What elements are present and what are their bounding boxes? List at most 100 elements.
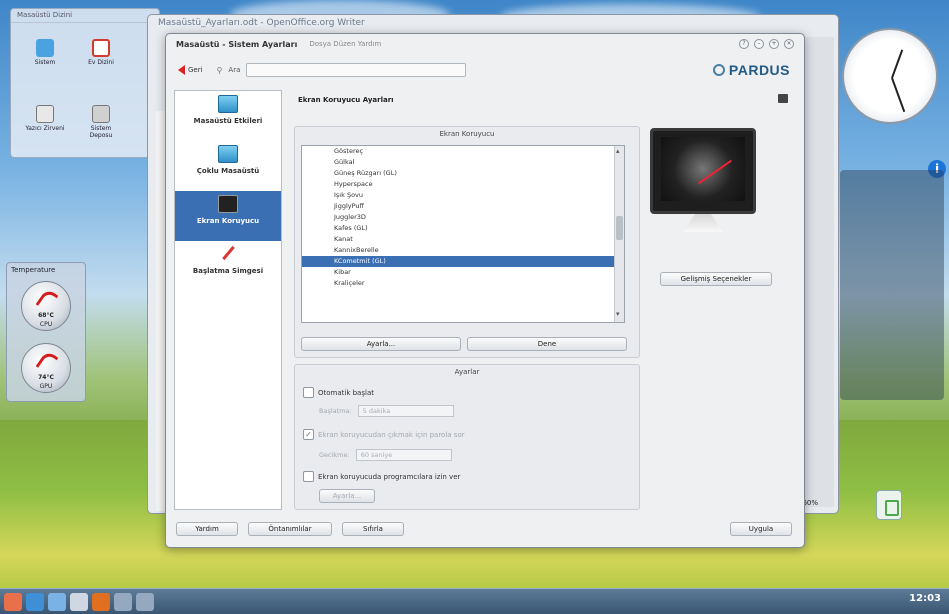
require-password-checkbox-row[interactable]: ✓ Ekran koruyucudan çıkmak için parola s…: [303, 429, 465, 440]
sidebar-item-desktop-effects[interactable]: Masaüstü Etkileri: [175, 91, 281, 141]
folderview-title: Masaüstü Dizini: [11, 9, 159, 23]
start-after-spinbox[interactable]: 5 dakika: [357, 405, 454, 417]
search-input[interactable]: [246, 63, 467, 77]
temperature-title: Temperature: [11, 266, 56, 274]
task-window-icon[interactable]: [114, 592, 132, 611]
taskbar-clock[interactable]: 12:03: [909, 593, 941, 604]
monitor-icon: [218, 145, 238, 163]
apply-button[interactable]: Uygula: [730, 522, 792, 536]
monitor-icon: [218, 95, 238, 113]
help-icon[interactable]: ?: [739, 39, 749, 49]
reset-button[interactable]: Sıfırla: [342, 522, 404, 536]
screensaver-group-title: Ekran Koruyucu: [439, 130, 495, 138]
screensaver-list-item[interactable]: Kafes (GL): [302, 223, 624, 234]
clock-hand: [891, 77, 906, 113]
desktop-icon-printer[interactable]: Yazıcı Zirveni: [25, 105, 65, 132]
writer-window-title: Masaüstü_Ayarları.odt - OpenOffice.org W…: [158, 18, 365, 28]
screensaver-list-item[interactable]: Hyperspace: [302, 179, 624, 190]
window-controls: ? – + ×: [739, 39, 794, 49]
pager-icon[interactable]: [70, 592, 88, 611]
start-menu-icon[interactable]: [4, 592, 22, 611]
window-title: Masaüstü - Sistem Ayarları: [176, 39, 298, 49]
task-window-icon[interactable]: [136, 592, 154, 611]
file-manager-icon[interactable]: [48, 592, 66, 611]
require-password-checkbox[interactable]: ✓: [303, 429, 314, 440]
settings-window[interactable]: Masaüstü - Sistem Ayarları Dosya Düzen Y…: [165, 33, 805, 548]
screensaver-group: Ekran Koruyucu Göstereç Gülkal Güneş Rüzga…: [294, 126, 640, 358]
preview-monitor: [650, 128, 756, 214]
screensaver-list-item[interactable]: Kibar: [302, 267, 624, 278]
back-button[interactable]: Geri: [174, 63, 207, 77]
screensaver-list-item[interactable]: Göstereç: [302, 146, 624, 157]
preview-stand: [683, 214, 723, 232]
setup-button[interactable]: Ayarla...: [301, 337, 461, 351]
settings-content: Ekran Koruyucu Ayarları Ekran Koruyucu G…: [292, 90, 798, 510]
scroll-up-icon[interactable]: ▴: [616, 147, 620, 155]
temperature-widget[interactable]: Temperature 68°C CPU 74°C GPU: [6, 262, 86, 402]
pardus-logo: PARDUS: [712, 62, 790, 78]
cpu-temp-label: CPU: [39, 321, 53, 328]
desktop-switch-icon[interactable]: [26, 592, 44, 611]
maximize-icon[interactable]: +: [769, 39, 779, 49]
password-after-spinbox[interactable]: 60 saniye: [355, 449, 452, 461]
screensaver-list-item[interactable]: Kraliçeler: [302, 278, 624, 289]
advanced-options-button[interactable]: Gelişmiş Seçenekler: [660, 272, 772, 286]
screensaver-list[interactable]: Göstereç Gülkal Güneş Rüzgarı (GL) Hyperspa…: [301, 145, 625, 323]
screensaver-preview: [650, 128, 756, 232]
auto-start-checkbox-row[interactable]: Otomatik başlat: [303, 387, 374, 398]
program-setup-button[interactable]: Ayarla...: [319, 489, 375, 503]
start-after-row: Başlatma: 5 dakika: [319, 405, 454, 417]
scroll-down-icon[interactable]: ▾: [616, 310, 620, 318]
system-monitor-widget[interactable]: [840, 170, 944, 400]
screensaver-list-item[interactable]: Güneş Rüzgarı (GL): [302, 168, 624, 179]
defaults-button[interactable]: Öntanımlılar: [248, 522, 332, 536]
screensaver-list-item[interactable]: JigglyPuff: [302, 201, 624, 212]
sidebar-item-multiple-desktops[interactable]: Çoklu Masaüstü: [175, 141, 281, 191]
screensaver-list-item[interactable]: Kanat: [302, 234, 624, 245]
list-scrollbar[interactable]: ▴ ▾: [614, 146, 624, 322]
gpu-temp-label: GPU: [39, 383, 53, 390]
writer-scroll-area[interactable]: [804, 37, 834, 507]
desktop-icon-storage[interactable]: Sistem Deposu: [81, 105, 121, 139]
minimize-icon[interactable]: –: [754, 39, 764, 49]
gauge-needle-icon: [35, 349, 59, 375]
preview-screen: [661, 137, 745, 201]
clock-hand: [891, 49, 904, 79]
gpu-temp-value: 74°C: [38, 374, 54, 381]
drive-icon: [92, 105, 110, 123]
screensaver-list-item[interactable]: Juggler3D: [302, 212, 624, 223]
screensaver-list-item[interactable]: KannixBerelle: [302, 245, 624, 256]
close-icon[interactable]: ×: [784, 39, 794, 49]
cpu-gauge: 68°C CPU: [21, 281, 71, 331]
window-titlebar[interactable]: Masaüstü - Sistem Ayarları Dosya Düzen Y…: [166, 34, 804, 54]
window-menu[interactable]: Dosya Düzen Yardım: [309, 40, 381, 48]
screensaver-list-item[interactable]: KCometmit (GL): [302, 256, 624, 267]
gpu-gauge: 74°C GPU: [21, 343, 71, 393]
folderview-widget[interactable]: Masaüstü Dizini Sistem Ev Dizini Yazıcı …: [10, 8, 160, 158]
bottom-button-bar: Yardım Öntanımlılar Sıfırla Uygula: [174, 522, 798, 542]
search-icon: ⚲: [216, 65, 223, 75]
test-button[interactable]: Dene: [467, 337, 627, 351]
gauge-needle-icon: [35, 287, 59, 313]
screensaver-list-item[interactable]: Gülkal: [302, 157, 624, 168]
browser-icon[interactable]: [92, 592, 110, 611]
scrollbar-thumb[interactable]: [616, 216, 623, 240]
pardus-logo-icon: [712, 64, 725, 76]
allow-programs-checkbox[interactable]: [303, 471, 314, 482]
settings-sidebar: Masaüstü Etkileri Çoklu Masaüstü Ekran K…: [174, 90, 282, 510]
sidebar-item-launch-feedback[interactable]: Başlatma Simgesi: [175, 241, 281, 291]
computer-icon: [36, 39, 54, 57]
cpu-temp-value: 68°C: [38, 312, 54, 319]
settings-group: Ayarlar Otomatik başlat Başlatma: 5 daki…: [294, 364, 640, 510]
sidebar-item-screensaver[interactable]: Ekran Koruyucu: [175, 191, 281, 241]
home-icon: [92, 39, 110, 57]
allow-programs-checkbox-row[interactable]: Ekran koruyucuda programcılara izin ver: [303, 471, 460, 482]
back-arrow-icon: [178, 65, 185, 75]
help-button[interactable]: Yardım: [176, 522, 238, 536]
trash-icon[interactable]: [876, 490, 902, 520]
screensaver-list-item[interactable]: Işık Şovu: [302, 190, 624, 201]
desktop-icon-home[interactable]: Ev Dizini: [81, 39, 121, 66]
analog-clock-widget[interactable]: [842, 28, 938, 124]
auto-start-checkbox[interactable]: [303, 387, 314, 398]
desktop-icon-system[interactable]: Sistem: [25, 39, 65, 66]
